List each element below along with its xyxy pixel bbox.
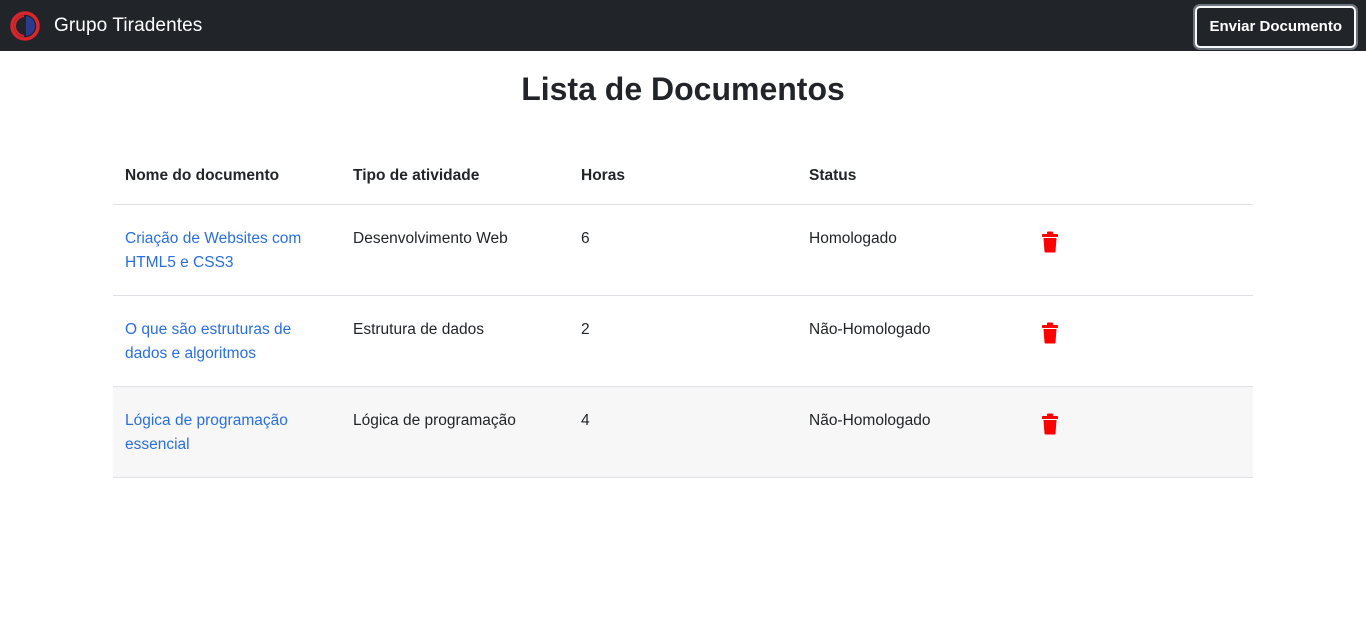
status-cell: Homologado [797,204,1025,296]
table-row: Lógica de programação essencial Lógica d… [113,386,1253,478]
delete-button[interactable] [1041,413,1059,435]
hours-cell: 4 [569,386,797,478]
document-name-cell: O que são estruturas de dados e algoritm… [113,295,341,387]
brand[interactable]: Grupo Tiradentes [10,10,203,41]
activity-type-cell: Estrutura de dados [341,295,569,387]
status-cell: Não-Homologado [797,295,1025,387]
activity-type-cell: Desenvolvimento Web [341,204,569,296]
brand-name: Grupo Tiradentes [54,14,203,36]
table-header-row: Nome do documento Tipo de atividade Hora… [113,148,1253,205]
status-cell: Não-Homologado [797,386,1025,478]
column-header-hours: Horas [569,148,797,205]
activity-type-cell: Lógica de programação [341,386,569,478]
trash-icon [1042,413,1058,434]
trash-icon [1042,231,1058,252]
action-cell [1025,386,1253,478]
table-body: Criação de Websites com HTML5 e CSS3 Des… [113,204,1253,478]
action-cell [1025,295,1253,387]
table-row: Criação de Websites com HTML5 e CSS3 Des… [113,204,1253,296]
action-cell [1025,204,1253,296]
document-link[interactable]: Criação de Websites com HTML5 e CSS3 [125,230,301,271]
delete-button[interactable] [1041,231,1059,253]
page-title: Lista de Documentos [521,71,845,107]
column-header-type: Tipo de atividade [341,148,569,205]
main-content: Lista de Documentos Nome do documento Ti… [113,69,1253,478]
document-link[interactable]: O que são estruturas de dados e algoritm… [125,321,291,362]
send-document-button[interactable]: Enviar Documento [1195,5,1356,48]
delete-button[interactable] [1041,322,1059,344]
column-header-name: Nome do documento [113,148,341,205]
top-navbar: Grupo Tiradentes Enviar Documento [0,0,1366,51]
hours-cell: 6 [569,204,797,296]
column-header-action [1025,148,1253,205]
table-header: Nome do documento Tipo de atividade Hora… [113,148,1253,205]
hours-cell: 2 [569,295,797,387]
column-header-status: Status [797,148,1025,205]
document-name-cell: Criação de Websites com HTML5 e CSS3 [113,204,341,296]
table-row: O que são estruturas de dados e algoritm… [113,295,1253,387]
grupo-tiradentes-logo-icon [10,10,40,41]
document-name-cell: Lógica de programação essencial [113,386,341,478]
documents-table: Nome do documento Tipo de atividade Hora… [113,148,1253,478]
document-link[interactable]: Lógica de programação essencial [125,412,288,453]
trash-icon [1042,322,1058,343]
